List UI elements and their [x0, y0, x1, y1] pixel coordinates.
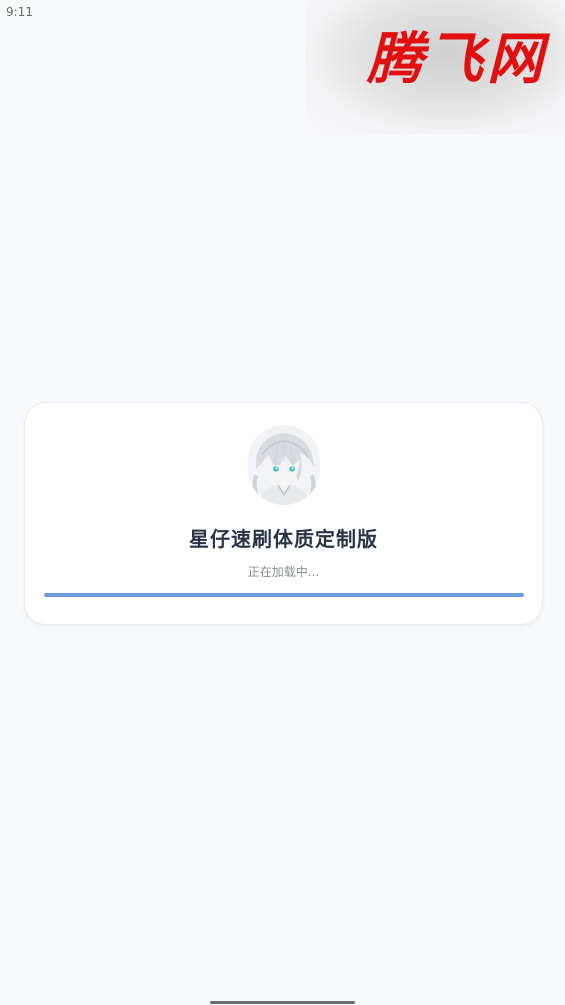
home-gesture-bar[interactable]: [210, 1001, 355, 1004]
loading-status-text: 正在加载中...: [247, 565, 320, 579]
progress-bar: [44, 593, 524, 597]
watermark-overlay: 腾飞网: [305, 0, 565, 135]
watermark-text: 腾飞网: [367, 26, 547, 92]
progress-fill: [44, 593, 524, 597]
loading-card: 星仔速刷体质定制版 正在加载中...: [24, 402, 543, 625]
status-time: 9:11: [6, 5, 33, 19]
app-title: 星仔速刷体质定制版: [189, 527, 378, 551]
app-avatar: [248, 425, 320, 505]
